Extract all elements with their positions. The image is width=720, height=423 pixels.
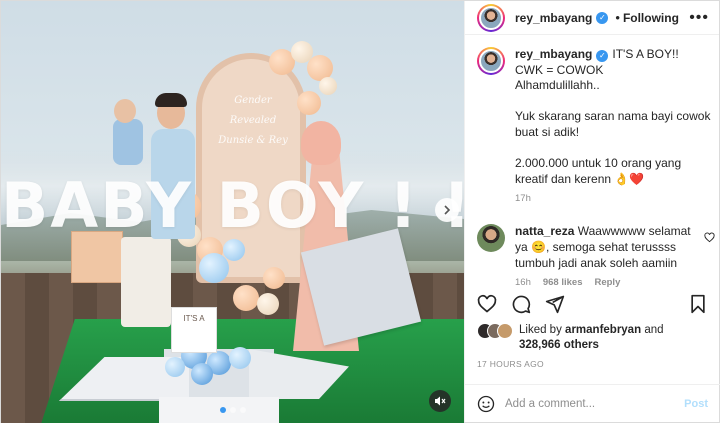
person-legs [121, 237, 171, 327]
caption-username[interactable]: rey_mbayang [515, 47, 592, 61]
balloon [297, 91, 321, 115]
likes-prefix: Liked by [519, 324, 562, 336]
carousel-dot [239, 407, 246, 413]
person-head [114, 99, 136, 123]
carousel-indicator [1, 407, 464, 413]
heart-outline-icon[interactable] [704, 232, 715, 243]
reveal-sign: IT'S A [171, 307, 217, 353]
instagram-post-modal: Gender Revealed Dunsie & Rey IT'S A BABY… [0, 0, 720, 423]
verified-badge-icon: ✓ [596, 49, 609, 62]
post-header: rey_mbayang ✓ • Following ••• [465, 1, 719, 35]
balloon [223, 239, 245, 261]
share-icon[interactable] [545, 294, 565, 314]
post-media[interactable]: Gender Revealed Dunsie & Rey IT'S A BABY… [1, 1, 464, 423]
carousel-dot [219, 407, 226, 413]
post-comment-button[interactable]: Post [684, 398, 708, 410]
verified-badge-icon: ✓ [596, 11, 609, 24]
overlay-caption: BABY BOY ! ! [1, 169, 464, 242]
emoji-icon[interactable] [477, 395, 495, 413]
header-username[interactable]: rey_mbayang [515, 11, 592, 25]
comment-time[interactable]: 16h [515, 277, 531, 288]
balloon [191, 363, 213, 385]
likes-summary: Liked by armanfebryan and 328,966 others [477, 323, 717, 353]
action-bar [465, 290, 720, 318]
box-flap [249, 349, 349, 399]
comment-body: natta_reza Waawwwww selamat ya 😊, semoga… [515, 224, 705, 271]
caption: rey_mbayang ✓ IT'S A BOY!! CWK = COWOK Alh… [477, 47, 717, 204]
balloon [165, 357, 185, 377]
audio-toggle-button[interactable] [429, 390, 451, 412]
bookmark-icon[interactable] [688, 294, 708, 314]
heart-icon[interactable] [477, 294, 497, 314]
separator-dot: • [615, 10, 620, 25]
balloon [199, 253, 229, 283]
add-comment-bar: Post [465, 384, 720, 422]
person-child [113, 119, 143, 165]
caption-time[interactable]: 17h [515, 193, 715, 204]
balloon [319, 77, 337, 95]
comment-meta: 16h 968 likes Reply [515, 277, 705, 288]
comment-icon[interactable] [511, 294, 531, 314]
following-button[interactable]: Following [623, 11, 679, 25]
avatar[interactable] [477, 224, 505, 253]
avatar[interactable] [477, 3, 505, 32]
comment-input[interactable] [505, 397, 675, 410]
likes-text: Liked by armanfebryan and 328,966 others [519, 323, 664, 353]
avatar [497, 323, 513, 339]
comment-likes[interactable]: 968 likes [543, 277, 583, 288]
liker-avatars[interactable] [477, 323, 513, 339]
carousel-next-button[interactable] [435, 198, 459, 222]
liker-username[interactable]: armanfebryan [565, 324, 641, 336]
carousel-dot [229, 407, 236, 413]
avatar[interactable] [477, 47, 505, 75]
comments-list: rey_mbayang ✓ IT'S A BOY!! CWK = COWOK Alh… [477, 47, 717, 288]
person-head [301, 121, 341, 165]
ellipsis-icon[interactable]: ••• [689, 9, 709, 27]
balloon [263, 267, 285, 289]
balloon [233, 285, 259, 311]
muted-speaker-icon [435, 396, 446, 406]
person-hair [155, 93, 187, 107]
balloon [229, 347, 251, 369]
comment-username[interactable]: natta_reza [515, 224, 574, 238]
caption-body: rey_mbayang ✓ IT'S A BOY!! CWK = COWOK Alh… [515, 47, 715, 187]
balloon [257, 293, 279, 315]
arch-lettering: Gender Revealed Dunsie & Rey [218, 95, 288, 146]
chevron-right-icon [444, 205, 451, 215]
caption-text: IT'S A BOY!! CWK = COWOK Alhamdulillahh.… [515, 47, 711, 186]
likes-count[interactable]: 328,966 others [519, 339, 599, 351]
post-timestamp[interactable]: 17 HOURS AGO [477, 359, 544, 369]
likes-and: and [644, 324, 664, 336]
post-side-panel: rey_mbayang ✓ • Following ••• rey_mbayan… [464, 1, 720, 422]
comment-item: natta_reza Waawwwww selamat ya 😊, semoga… [477, 224, 717, 288]
comment-reply-button[interactable]: Reply [594, 277, 620, 288]
